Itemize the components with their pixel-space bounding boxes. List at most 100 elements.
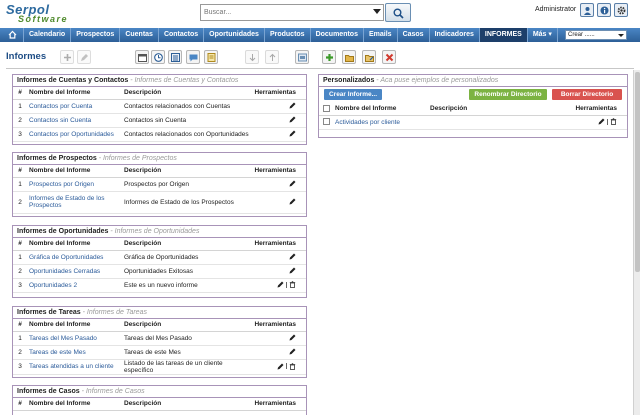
create-report-button[interactable]: Crear Informe...	[324, 89, 382, 100]
col-name: Nombre del Informe	[27, 87, 122, 100]
col-name: Nombre del Informe	[27, 319, 122, 332]
username[interactable]: Administrator	[535, 6, 576, 13]
search-icon	[393, 8, 404, 19]
report-desc: Este es un nuevo informe	[122, 278, 232, 293]
toolbar-divider	[6, 68, 634, 69]
create-select[interactable]: Crear ......	[565, 30, 627, 40]
report-link[interactable]: Oportunidades Cerradas	[27, 264, 122, 279]
report-link[interactable]: Tareas del Mes Pasado	[27, 331, 122, 346]
clock-icon	[154, 53, 163, 62]
export-button[interactable]	[265, 50, 279, 64]
report-link[interactable]: Contactos por Cuenta	[27, 99, 122, 114]
col-tools: Herramientas	[202, 398, 306, 411]
nav-contactos[interactable]: Contactos	[159, 28, 205, 42]
home-button[interactable]	[0, 28, 24, 42]
trash-icon[interactable]	[289, 363, 296, 370]
search-box[interactable]	[200, 4, 384, 21]
help-button[interactable]	[597, 3, 611, 17]
report-link[interactable]: Gráfica de Oportunidades	[27, 250, 122, 265]
move-button[interactable]	[295, 50, 309, 64]
clock-button[interactable]	[151, 50, 165, 64]
nav-cuentas[interactable]: Cuentas	[120, 28, 159, 42]
report-table: # Nombre del Informe Descripción Herramient…	[13, 319, 306, 375]
logo[interactable]: Serpol Software	[4, 2, 68, 24]
row-num: 1	[13, 331, 27, 346]
nav-mas[interactable]: Más ▾	[528, 28, 558, 42]
delete-folder-button[interactable]: Borrar Directorio	[552, 89, 622, 100]
edit-icon[interactable]	[289, 253, 296, 260]
nav-informes[interactable]: INFORMES	[479, 28, 528, 42]
panel-tareas: Informes de Tareas - Informes de Tareas …	[12, 306, 307, 378]
scrollbar-thumb[interactable]	[635, 72, 640, 272]
info-icon	[600, 6, 609, 15]
report-table: # Nombre del Informe Descripción Herramient…	[13, 165, 306, 214]
nav-oportunidades[interactable]: Oportunidades	[204, 28, 265, 42]
nav-calendario[interactable]: Calendario	[24, 28, 72, 42]
home-icon	[8, 30, 17, 39]
rename-folder-button[interactable]	[362, 50, 376, 64]
select-all-checkbox[interactable]	[322, 105, 330, 113]
search-button[interactable]	[385, 3, 411, 22]
rename-folder-button[interactable]: Renombrar Directorio	[469, 89, 547, 100]
edit-icon[interactable]	[289, 334, 296, 341]
add-report-button[interactable]	[322, 50, 336, 64]
import-button[interactable]	[245, 50, 259, 64]
report-link[interactable]: Actividades por cliente	[333, 115, 428, 130]
row-tools	[231, 250, 306, 265]
search-dropdown-icon[interactable]	[373, 9, 381, 14]
list-button[interactable]	[168, 50, 182, 64]
chat-button[interactable]	[186, 50, 200, 64]
report-link[interactable]: Contactos por Oportunidades	[27, 127, 122, 142]
row-checkbox[interactable]	[322, 118, 330, 126]
report-link[interactable]: Tareas de este Mes	[27, 345, 122, 360]
tool-separator	[286, 281, 287, 288]
edit-icon[interactable]	[289, 198, 296, 205]
edit-icon[interactable]	[289, 348, 296, 355]
col-name: Nombre del Informe	[333, 103, 428, 116]
trash-icon[interactable]	[289, 281, 296, 289]
trash-icon[interactable]	[610, 118, 617, 126]
edit-button[interactable]	[77, 50, 91, 64]
report-link[interactable]: Oportunidades 2	[27, 278, 122, 293]
calendar-button[interactable]	[135, 50, 149, 64]
edit-icon[interactable]	[277, 281, 284, 288]
report-link[interactable]: Prospectos por Origen	[27, 177, 122, 192]
edit-icon[interactable]	[289, 180, 296, 187]
col-num: #	[13, 238, 27, 251]
edit-icon[interactable]	[289, 116, 296, 123]
edit-icon[interactable]	[289, 102, 296, 109]
edit-icon[interactable]	[289, 130, 296, 137]
row-select	[319, 115, 333, 130]
import-icon	[249, 54, 256, 62]
table-row: 2 Informes de Estado de los Prospectos Inf…	[13, 191, 306, 214]
search-input[interactable]	[201, 5, 361, 20]
report-link[interactable]: Contactos sin Cuenta	[27, 113, 122, 128]
col-name: Nombre del Informe	[27, 238, 122, 251]
settings-button[interactable]	[614, 3, 628, 17]
page-title: Informes	[6, 51, 47, 62]
page-scrollbar[interactable]	[633, 70, 640, 415]
edit-icon[interactable]	[277, 363, 284, 370]
edit-icon[interactable]	[598, 118, 605, 125]
nav-documentos[interactable]: Documentos	[311, 28, 364, 42]
edit-icon[interactable]	[289, 267, 296, 274]
nav-prospectos[interactable]: Prospectos	[71, 28, 121, 42]
report-desc: Prospectos por Origen	[122, 177, 248, 192]
delete-button[interactable]	[382, 50, 396, 64]
tool-separator	[607, 118, 608, 125]
notes-button[interactable]	[204, 50, 218, 64]
folder-button[interactable]	[342, 50, 356, 64]
report-link[interactable]: Informes de Estado de los Prospectos	[27, 191, 122, 214]
report-link[interactable]: Tareas atendidas a un cliente	[27, 359, 122, 375]
add-button[interactable]	[60, 50, 74, 64]
col-tools: Herramientas	[247, 165, 306, 178]
chat-icon	[189, 54, 198, 62]
nav-productos[interactable]: Productos	[265, 28, 311, 42]
my-account-button[interactable]	[580, 3, 594, 17]
nav-casos[interactable]: Casos	[398, 28, 430, 42]
col-tools: Herramientas	[514, 103, 627, 116]
nav-indicadores[interactable]: Indicadores	[430, 28, 480, 42]
table-header: # Nombre del Informe Descripción Herramient…	[13, 319, 306, 332]
panel-cuentas: Informes de Cuentas y Contactos - Inform…	[12, 74, 307, 145]
nav-emails[interactable]: Emails	[364, 28, 398, 42]
